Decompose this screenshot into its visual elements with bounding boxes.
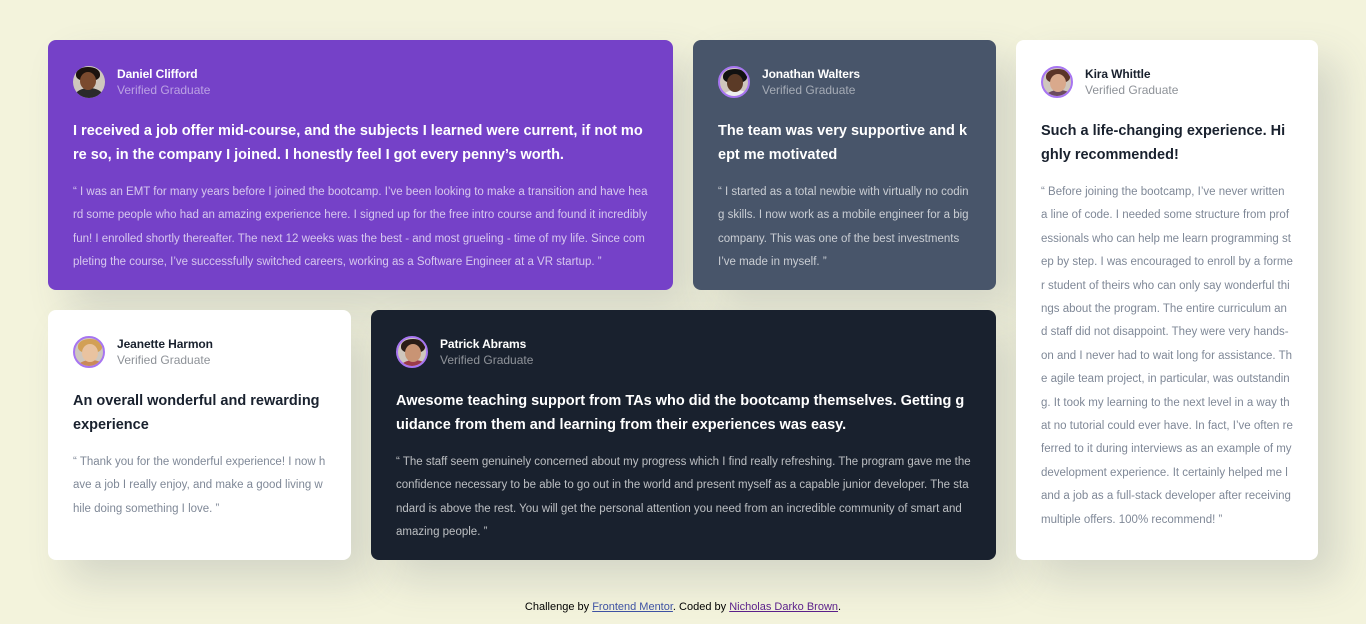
author-role: Verified Graduate <box>117 353 211 367</box>
author-name: Jeanette Harmon <box>117 337 213 351</box>
author-info: Kira Whittle Verified Graduate <box>1085 66 1178 98</box>
testimonial-quote: “ The staff seem genuinely concerned abo… <box>396 456 971 539</box>
card-header: Kira Whittle Verified Graduate <box>1041 65 1293 99</box>
author-role: Verified Graduate <box>1085 83 1179 97</box>
attribution: Challenge by Frontend Mentor. Coded by N… <box>0 601 1366 613</box>
author-info: Daniel Clifford Verified Graduate <box>117 66 210 98</box>
author-name: Patrick Abrams <box>440 337 527 351</box>
card-header: Jonathan Walters Verified Graduate <box>718 65 971 99</box>
testimonial-card-patrick-abrams: Patrick Abrams Verified Graduate Awesome… <box>371 310 996 560</box>
testimonial-headline: The team was very supportive and kept me… <box>718 123 968 163</box>
testimonial-headline: Such a life-changing experience. Highly … <box>1041 123 1286 163</box>
avatar-kira-whittle <box>1041 66 1073 98</box>
author-info: Patrick Abrams Verified Graduate <box>440 336 533 368</box>
author-name: Kira Whittle <box>1085 67 1151 81</box>
author-info: Jeanette Harmon Verified Graduate <box>117 336 213 368</box>
avatar-jeanette-harmon <box>73 336 105 368</box>
avatar-jonathan-walters <box>718 66 750 98</box>
attribution-prefix: Challenge by <box>524 601 593 613</box>
testimonial-card-daniel-clifford: Daniel Clifford Verified Graduate I rece… <box>48 40 673 290</box>
testimonial-quote: “ I started as a total newbie with virtu… <box>718 186 969 269</box>
author-name: Daniel Clifford <box>117 67 198 81</box>
author-link[interactable]: Nicholas Darko Brown <box>729 601 838 613</box>
card-header: Patrick Abrams Verified Graduate <box>396 335 971 369</box>
frontend-mentor-link[interactable]: Frontend Mentor <box>592 601 673 613</box>
author-role: Verified Graduate <box>117 83 211 97</box>
author-info: Jonathan Walters Verified Graduate <box>762 66 860 98</box>
testimonial-headline: An overall wonderful and rewarding exper… <box>73 393 320 433</box>
author-role: Verified Graduate <box>762 83 856 97</box>
attribution-middle: . Coded by <box>672 601 730 613</box>
testimonial-headline: Awesome teaching support from TAs who di… <box>396 393 965 433</box>
testimonial-card-jeanette-harmon: Jeanette Harmon Verified Graduate An ove… <box>48 310 351 560</box>
testimonials-grid: Daniel Clifford Verified Graduate I rece… <box>48 40 1318 560</box>
testimonial-card-jonathan-walters: Jonathan Walters Verified Graduate The t… <box>693 40 996 290</box>
author-role: Verified Graduate <box>440 353 534 367</box>
testimonial-quote: “ Thank you for the wonderful experience… <box>73 456 326 515</box>
testimonial-quote: “ I was an EMT for many years before I j… <box>73 186 648 269</box>
testimonial-quote: “ Before joining the bootcamp, I’ve neve… <box>1041 186 1293 526</box>
author-name: Jonathan Walters <box>762 67 860 81</box>
card-header: Daniel Clifford Verified Graduate <box>73 65 648 99</box>
attribution-suffix: . <box>838 601 842 613</box>
avatar-patrick-abrams <box>396 336 428 368</box>
testimonial-card-kira-whittle: Kira Whittle Verified Graduate Such a li… <box>1016 40 1318 560</box>
avatar-daniel-clifford <box>73 66 105 98</box>
card-header: Jeanette Harmon Verified Graduate <box>73 335 326 369</box>
testimonial-headline: I received a job offer mid-course, and t… <box>73 123 643 163</box>
